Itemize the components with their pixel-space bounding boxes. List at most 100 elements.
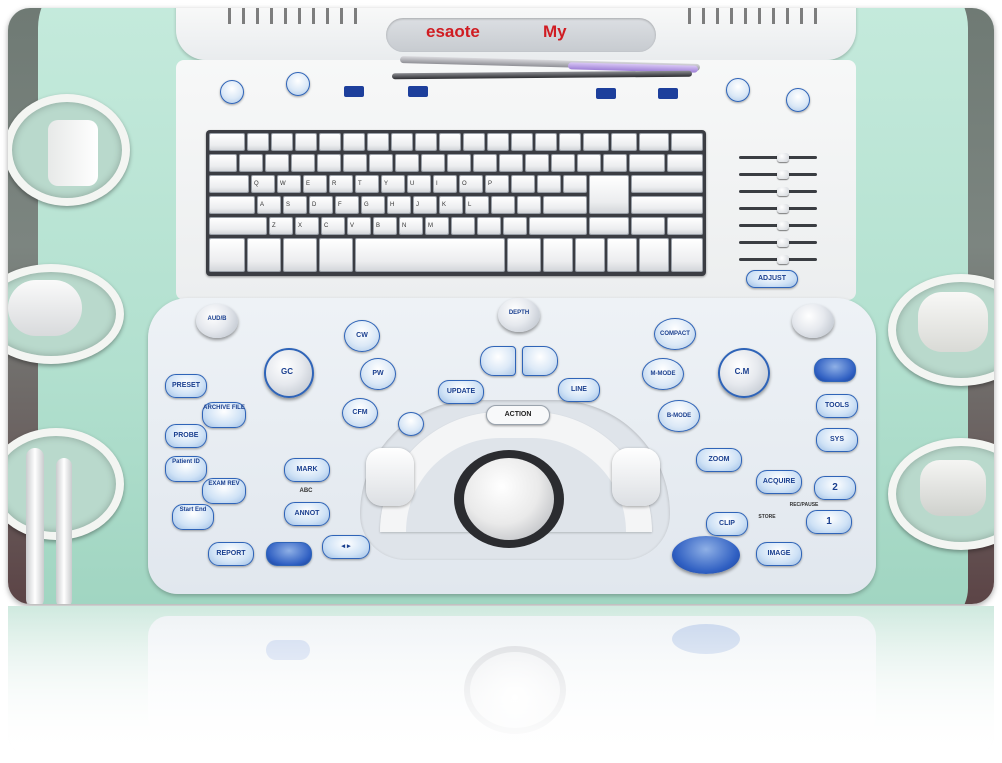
key-h[interactable]: H <box>387 196 411 214</box>
key[interactable] <box>529 217 587 235</box>
key-caps[interactable] <box>209 196 255 214</box>
key[interactable] <box>583 133 609 151</box>
key-s[interactable]: S <box>283 196 307 214</box>
key[interactable] <box>631 196 703 214</box>
key-q[interactable]: Q <box>251 175 275 193</box>
key-i[interactable]: I <box>433 175 457 193</box>
key[interactable] <box>543 238 573 272</box>
slider-knob[interactable] <box>777 221 789 230</box>
trackball-left-button[interactable] <box>366 448 414 506</box>
key[interactable] <box>439 133 461 151</box>
key[interactable] <box>463 133 485 151</box>
key[interactable] <box>295 133 317 151</box>
key[interactable] <box>631 217 665 235</box>
button-2[interactable]: 2 <box>814 476 856 500</box>
key[interactable] <box>639 238 669 272</box>
slider-knob[interactable] <box>777 187 789 196</box>
adjust-button[interactable]: ADJUST <box>746 270 798 288</box>
key-w[interactable]: W <box>277 175 301 193</box>
key-alt[interactable] <box>283 238 317 272</box>
key-e[interactable]: E <box>303 175 327 193</box>
action-button[interactable]: ACTION <box>486 405 550 425</box>
key-t[interactable]: T <box>355 175 379 193</box>
b-mode-button[interactable]: B-MODE <box>658 400 700 432</box>
key[interactable] <box>575 238 605 272</box>
key-shift[interactable] <box>209 217 267 235</box>
key-l[interactable]: L <box>465 196 489 214</box>
key[interactable] <box>271 133 293 151</box>
key-fn[interactable] <box>247 238 281 272</box>
key[interactable] <box>451 217 475 235</box>
split-right-button[interactable] <box>522 346 558 376</box>
key[interactable] <box>291 154 315 172</box>
key[interactable] <box>369 154 393 172</box>
key-alt-right[interactable] <box>507 238 541 272</box>
key[interactable] <box>639 133 669 151</box>
report-button[interactable]: REPORT <box>208 542 254 566</box>
key[interactable] <box>477 217 501 235</box>
key-m[interactable]: M <box>425 217 449 235</box>
key[interactable] <box>511 133 533 151</box>
sys-button[interactable]: SYS <box>816 428 858 452</box>
key[interactable] <box>629 154 665 172</box>
cfm-button[interactable]: CFM <box>342 398 378 428</box>
key-g[interactable]: G <box>361 196 385 214</box>
key[interactable] <box>631 175 703 193</box>
key[interactable] <box>535 133 557 151</box>
key-r[interactable]: R <box>329 175 353 193</box>
key[interactable] <box>415 133 437 151</box>
key-b[interactable]: B <box>373 217 397 235</box>
slider-knob[interactable] <box>777 255 789 264</box>
key[interactable] <box>559 133 581 151</box>
key[interactable] <box>667 154 703 172</box>
key-d[interactable]: D <box>309 196 333 214</box>
patient-id-button[interactable]: Patient ID <box>165 456 207 482</box>
probe-button[interactable]: PROBE <box>165 424 207 448</box>
top-knob-left-2[interactable] <box>286 72 310 96</box>
key[interactable] <box>671 133 703 151</box>
key[interactable] <box>367 133 389 151</box>
key[interactable] <box>499 154 523 172</box>
line-button[interactable]: LINE <box>558 378 600 402</box>
slider-knob[interactable] <box>777 204 789 213</box>
key[interactable] <box>421 154 445 172</box>
trackball-right-button[interactable] <box>612 448 660 506</box>
split-left-button[interactable] <box>480 346 516 376</box>
freeze-button[interactable] <box>672 536 740 574</box>
slider-knob[interactable] <box>777 238 789 247</box>
key[interactable] <box>551 154 575 172</box>
cw-button[interactable]: CW <box>344 320 380 352</box>
key-u[interactable]: U <box>407 175 431 193</box>
key[interactable] <box>395 154 419 172</box>
image-button[interactable]: IMAGE <box>756 542 802 566</box>
slider-knob[interactable] <box>777 153 789 162</box>
acquire-button[interactable]: ACQUIRE <box>756 470 802 494</box>
mark-button[interactable]: MARK <box>284 458 330 482</box>
key-f[interactable]: F <box>335 196 359 214</box>
key[interactable] <box>209 133 245 151</box>
right-top-knob[interactable] <box>792 304 834 338</box>
key[interactable] <box>589 217 629 235</box>
update-button[interactable]: UPDATE <box>438 380 484 404</box>
clip-button[interactable]: CLIP <box>706 512 748 536</box>
key[interactable] <box>247 133 269 151</box>
key[interactable] <box>343 133 365 151</box>
compact-button[interactable]: COMPACT <box>654 318 696 350</box>
preset-button[interactable]: PRESET <box>165 374 207 398</box>
key[interactable] <box>671 238 703 272</box>
key-z[interactable]: Z <box>269 217 293 235</box>
key[interactable] <box>517 196 541 214</box>
key[interactable] <box>537 175 561 193</box>
key[interactable] <box>447 154 471 172</box>
freeze-left-button[interactable] <box>266 542 312 566</box>
button-1[interactable]: 1 <box>806 510 852 534</box>
top-knob-right-2[interactable] <box>786 88 810 112</box>
key[interactable] <box>611 133 637 151</box>
key-n[interactable]: N <box>399 217 423 235</box>
key-enter[interactable] <box>589 175 629 214</box>
key[interactable] <box>503 217 527 235</box>
power-button[interactable] <box>398 412 424 436</box>
key[interactable] <box>209 154 237 172</box>
key-ctrl[interactable] <box>209 238 245 272</box>
zoom-button[interactable]: ZOOM <box>696 448 742 472</box>
